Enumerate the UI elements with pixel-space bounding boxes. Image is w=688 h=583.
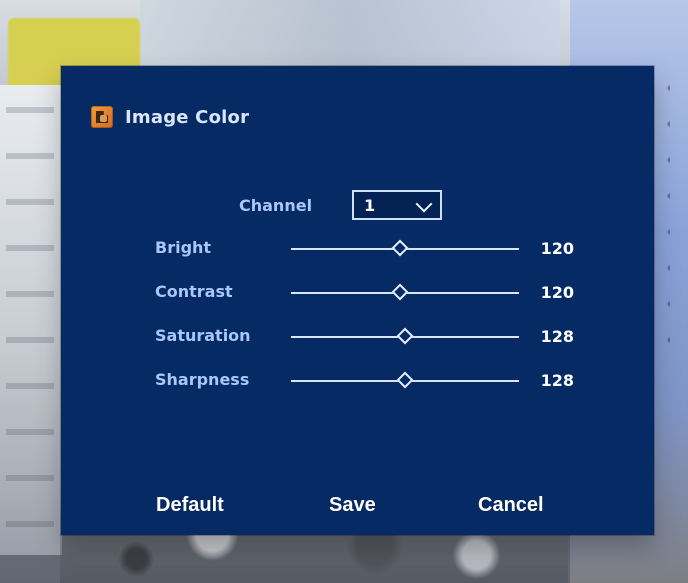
slider-row-saturation: Saturation 128 bbox=[61, 322, 654, 352]
sharpness-slider-thumb[interactable] bbox=[396, 371, 414, 389]
contrast-slider[interactable] bbox=[291, 283, 519, 301]
contrast-label: Contrast bbox=[155, 282, 233, 301]
saturation-slider-thumb[interactable] bbox=[396, 327, 414, 345]
bright-value: 120 bbox=[540, 239, 574, 258]
saturation-slider[interactable] bbox=[291, 327, 519, 345]
default-button[interactable]: Default bbox=[156, 494, 224, 517]
saturation-label: Saturation bbox=[155, 326, 251, 345]
cancel-button[interactable]: Cancel bbox=[478, 494, 544, 517]
bright-slider[interactable] bbox=[291, 239, 519, 257]
channel-select[interactable]: 1 bbox=[352, 190, 442, 220]
dialog-title-text: Image Color bbox=[125, 106, 250, 128]
background-left-shelf bbox=[0, 85, 62, 555]
bright-slider-thumb[interactable] bbox=[391, 239, 409, 257]
saturation-value: 128 bbox=[540, 327, 574, 346]
contrast-slider-thumb[interactable] bbox=[391, 283, 409, 301]
sharpness-label: Sharpness bbox=[155, 370, 250, 389]
slider-row-bright: Bright 120 bbox=[61, 234, 654, 264]
dialog-title: Image Color bbox=[91, 104, 249, 130]
channel-label: Channel bbox=[239, 196, 313, 215]
background-top-area bbox=[140, 0, 560, 70]
sharpness-slider[interactable] bbox=[291, 371, 519, 389]
channel-select-value: 1 bbox=[364, 195, 376, 215]
sharpness-value: 128 bbox=[540, 371, 574, 390]
slider-row-contrast: Contrast 120 bbox=[61, 278, 654, 308]
image-color-dialog: Image Color Channel 1 Bright 120 Contras… bbox=[61, 66, 654, 535]
contrast-value: 120 bbox=[540, 283, 574, 302]
save-button[interactable]: Save bbox=[329, 494, 376, 517]
bright-label: Bright bbox=[155, 238, 212, 257]
chevron-down-icon bbox=[415, 195, 433, 212]
slider-row-sharpness: Sharpness 128 bbox=[61, 366, 654, 396]
channel-row: Channel 1 bbox=[61, 190, 654, 222]
image-color-icon bbox=[91, 106, 113, 128]
